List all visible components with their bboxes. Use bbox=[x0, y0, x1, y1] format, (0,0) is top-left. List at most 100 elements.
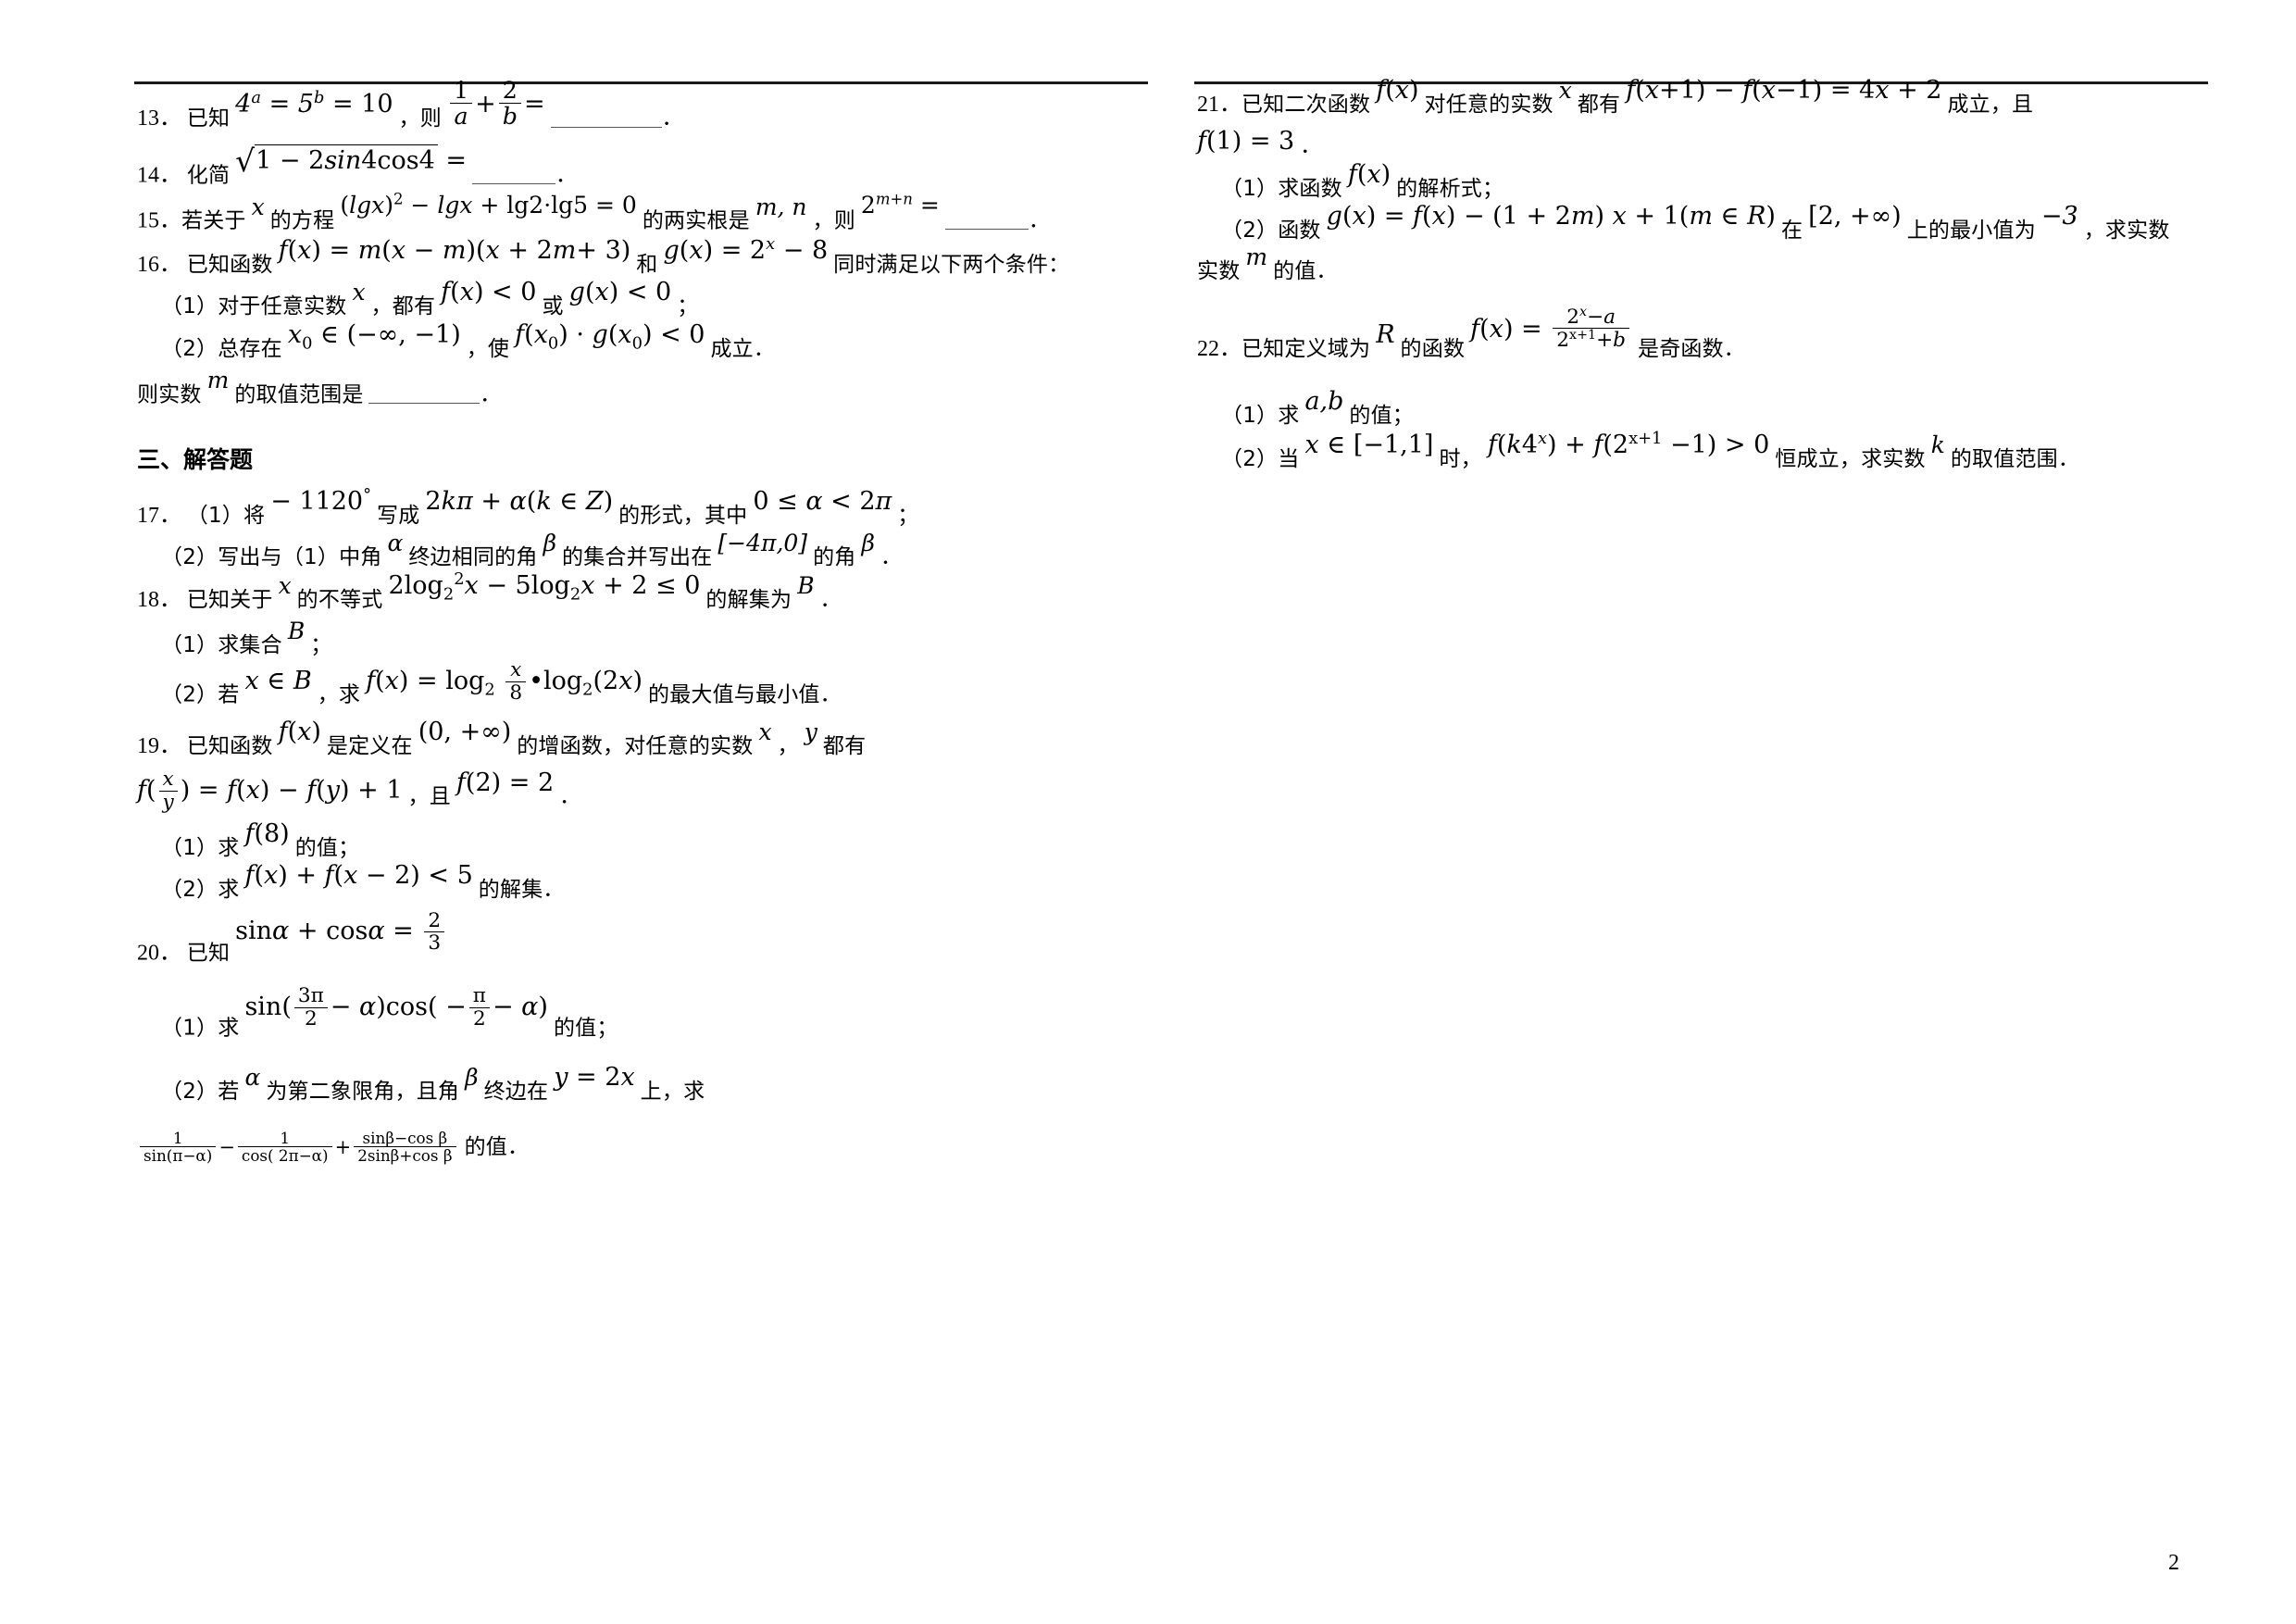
q16-p1-or: 或 bbox=[542, 294, 564, 319]
q18-p2-function: f(x) = log2 x 8 •log2(2x) bbox=[366, 658, 643, 705]
q22-p2-range: x ∈ [−1,1] bbox=[1304, 430, 1434, 459]
q19-p1-expr: f(8) bbox=[244, 818, 290, 848]
q22-set-r: R bbox=[1376, 319, 1395, 349]
q20-p2-line: y = 2x bbox=[554, 1062, 635, 1092]
q22-p2-text-2: 时， bbox=[1439, 446, 1482, 471]
q16-p2-text-2: ，使 bbox=[466, 336, 510, 361]
q20-p2-text-3: 终边在 bbox=[483, 1079, 549, 1104]
q17-p2-text-3: 的集合并写出在 bbox=[562, 544, 713, 569]
question-16-part-1: （1）对于任意实数x，都有 f(x) < 0 或 g(x) < 0； bbox=[137, 280, 1165, 319]
q16-p2-expr-1: x0 ∈ (−∞, −1) bbox=[287, 319, 461, 353]
q16-conc-text-1: 则实数 bbox=[137, 381, 202, 406]
q17-p1-text-1: 将 bbox=[243, 504, 266, 529]
q18-p2-text-3: 的最大值与最小值． bbox=[648, 682, 842, 707]
q20-given: sinα + cosα = 23 bbox=[235, 909, 447, 954]
question-19: 19． 已知函数 f(x) 是定义在 (0, +∞) 的增函数，对任意的实数x，y都有 bbox=[137, 718, 1165, 758]
q19-p1-text-2: 的值； bbox=[294, 835, 360, 860]
q18-text-1: 的不等式 bbox=[296, 588, 383, 612]
q17-p1-label: （1） bbox=[186, 504, 243, 529]
q17-form: 2kπ + α(k ∈ Z) bbox=[425, 487, 614, 517]
q20-p2-text-5: 的值． bbox=[464, 1134, 530, 1159]
question-20-final-expression-line: 1 sin(π−α) −1 cos( 2π−α) + sinβ−cos β 2sinβ+co… bbox=[137, 1130, 1165, 1164]
q17-p2-beta-2: β bbox=[861, 529, 875, 556]
q14-number: 14． bbox=[137, 163, 181, 188]
q20-p2-label: （2） bbox=[161, 1079, 218, 1104]
q16-p1-expr-1: f(x) < 0 bbox=[441, 278, 537, 307]
q19-text-3: 都有 bbox=[822, 733, 867, 758]
q20-p1-label: （1） bbox=[161, 1016, 218, 1041]
q22-text-2: 是奇函数． bbox=[1638, 336, 1745, 361]
question-22-part-1: （1）求 a,b 的值； bbox=[1197, 388, 2225, 428]
q21-p1-label: （1） bbox=[1221, 176, 1279, 201]
q21-p2-label: （2） bbox=[1221, 219, 1279, 244]
q18-p1-text-1: 求集合 bbox=[218, 633, 282, 658]
q16-answer-blank[interactable] bbox=[368, 381, 480, 404]
left-column: 13． 已知 4a = 5b = 10 ，则 1 a +2 b = ． 14． 化简 √1 − 2… bbox=[137, 77, 1165, 1181]
q21-p2-text-4: ，求实数 bbox=[2083, 219, 2170, 244]
question-20: 20． 已知sinα + cosα = 23 bbox=[137, 909, 1165, 975]
q21-p2-min-value: −3 bbox=[2040, 202, 2078, 231]
q21-given: f(1) = 3 bbox=[1197, 127, 1295, 156]
q22-p1-text-1: 求 bbox=[1278, 403, 1300, 428]
q20-p1-text-2: 的值； bbox=[553, 1016, 618, 1041]
q15-text-2: 的两实根是 bbox=[642, 208, 750, 233]
q22-p1-ab: a,b bbox=[1304, 386, 1344, 416]
question-21: 21．已知二次函数 f(x) 对任意的实数x都有 f(x+1) − f(x−1) = … bbox=[1197, 77, 2225, 117]
q16-tail: 同时满足以下两个条件： bbox=[833, 252, 1070, 277]
question-20-part-2: （2）若α为第二象限角，且角β终边在 y = 2x 上，求 bbox=[137, 1064, 1165, 1104]
q21-equation: f(x+1) − f(x−1) = 4x + 2 bbox=[1626, 76, 1942, 105]
q22-lead: 已知定义域为 bbox=[1242, 336, 1371, 361]
q19-var-y: y bbox=[804, 718, 817, 745]
q16-p2-text-3: 成立． bbox=[710, 336, 776, 361]
q19-given: f(2) = 2 bbox=[455, 768, 555, 797]
q17-p1-text-4: ； bbox=[897, 504, 919, 529]
q19-p2-text-2: 的解集． bbox=[478, 878, 565, 903]
q20-lead: 已知 bbox=[186, 941, 231, 966]
q18-variable: x bbox=[278, 572, 292, 599]
q16-number: 16． bbox=[137, 252, 181, 277]
q18-p2-condition: x ∈ B bbox=[244, 666, 312, 695]
q16-p1-text-1: 对于任意实数 bbox=[218, 294, 347, 319]
q15-text-1: 的方程 bbox=[269, 208, 335, 233]
q22-p2-text-4: 的取值范围． bbox=[1950, 446, 2080, 471]
q22-text-1: 的函数 bbox=[1400, 336, 1466, 361]
question-18-part-2: （2）若 x ∈ B ，求 f(x) = log2 x 8 •log2(2x) 的最大值与最… bbox=[137, 659, 1165, 717]
section-heading: 三、解答题 bbox=[137, 446, 254, 474]
q16-p2-text-1: 总存在 bbox=[218, 336, 282, 361]
q21-p2-text-5-lead: 实数 bbox=[1197, 259, 1241, 284]
question-21-part-1: （1）求函数 f(x) 的解析式； bbox=[1197, 161, 2225, 201]
q17-condition: 0 ≤ α < 2π bbox=[753, 487, 892, 517]
q16-conc-variable: m bbox=[206, 366, 230, 394]
q20-p2-text-2: 为第二象限角，且角 bbox=[266, 1079, 460, 1104]
q14-period: ． bbox=[555, 163, 578, 188]
right-column: 21．已知二次函数 f(x) 对任意的实数x都有 f(x+1) − f(x−1) = … bbox=[1197, 77, 2225, 487]
q21-text-1: 对任意的实数 bbox=[1424, 93, 1554, 117]
q18-p1-text-2: ； bbox=[310, 633, 332, 658]
q14-answer-blank[interactable] bbox=[472, 162, 556, 184]
q19-domain: (0, +∞) bbox=[418, 717, 512, 746]
question-21-given-line: f(1) = 3 ． bbox=[1197, 129, 2225, 158]
question-16-part-2: （2）总存在 x0 ∈ (−∞, −1) ，使 f(x0) · g(x0) < 0 成立… bbox=[137, 321, 1165, 366]
q20-p1-expr: sin(3π 2− α)cos( − π 2− α) bbox=[244, 984, 548, 1031]
q15-answer-blank[interactable] bbox=[944, 207, 1029, 231]
q14-lead: 化简 bbox=[186, 163, 231, 188]
q21-p1-function: f(x) bbox=[1347, 159, 1391, 189]
q19-var-x: x bbox=[758, 718, 772, 745]
q13-answer-blank[interactable] bbox=[550, 106, 662, 128]
q21-p1-text-1: 求函数 bbox=[1278, 176, 1342, 201]
q15-period: ． bbox=[1028, 208, 1051, 233]
question-17-part-1: 17． （1）将 − 1120°写成 2kπ + α(k ∈ Z) 的形式，其中 0 ≤… bbox=[137, 487, 1165, 529]
q22-p2-label: （2） bbox=[1221, 446, 1279, 471]
q16-and: 和 bbox=[636, 252, 658, 277]
q21-p2-interval: [2, +∞) bbox=[1808, 202, 1902, 231]
question-22-part-2: （2）当 x ∈ [−1,1] 时， f(k4x) + f(2x+1 −1) > 0恒… bbox=[1197, 430, 2225, 471]
q13-number: 13． bbox=[137, 106, 181, 131]
q17-p1-text-2: 写成 bbox=[377, 504, 420, 529]
q21-function: f(x) bbox=[1376, 76, 1419, 105]
q18-p2-label: （2） bbox=[161, 682, 218, 707]
question-19-equation-line: f(x y) = f(x) − f(y) + 1 ，且 f(2) = 2 ． bbox=[137, 768, 1165, 818]
q20-p1-text-1: 求 bbox=[218, 1016, 240, 1041]
q18-p1-set-b: B bbox=[287, 618, 306, 645]
question-14: 14． 化简 √1 − 2sin4cos4 = ． bbox=[137, 144, 1165, 191]
q18-inequality: 2log22x − 5log2x + 2 ≤ 0 bbox=[388, 569, 701, 605]
